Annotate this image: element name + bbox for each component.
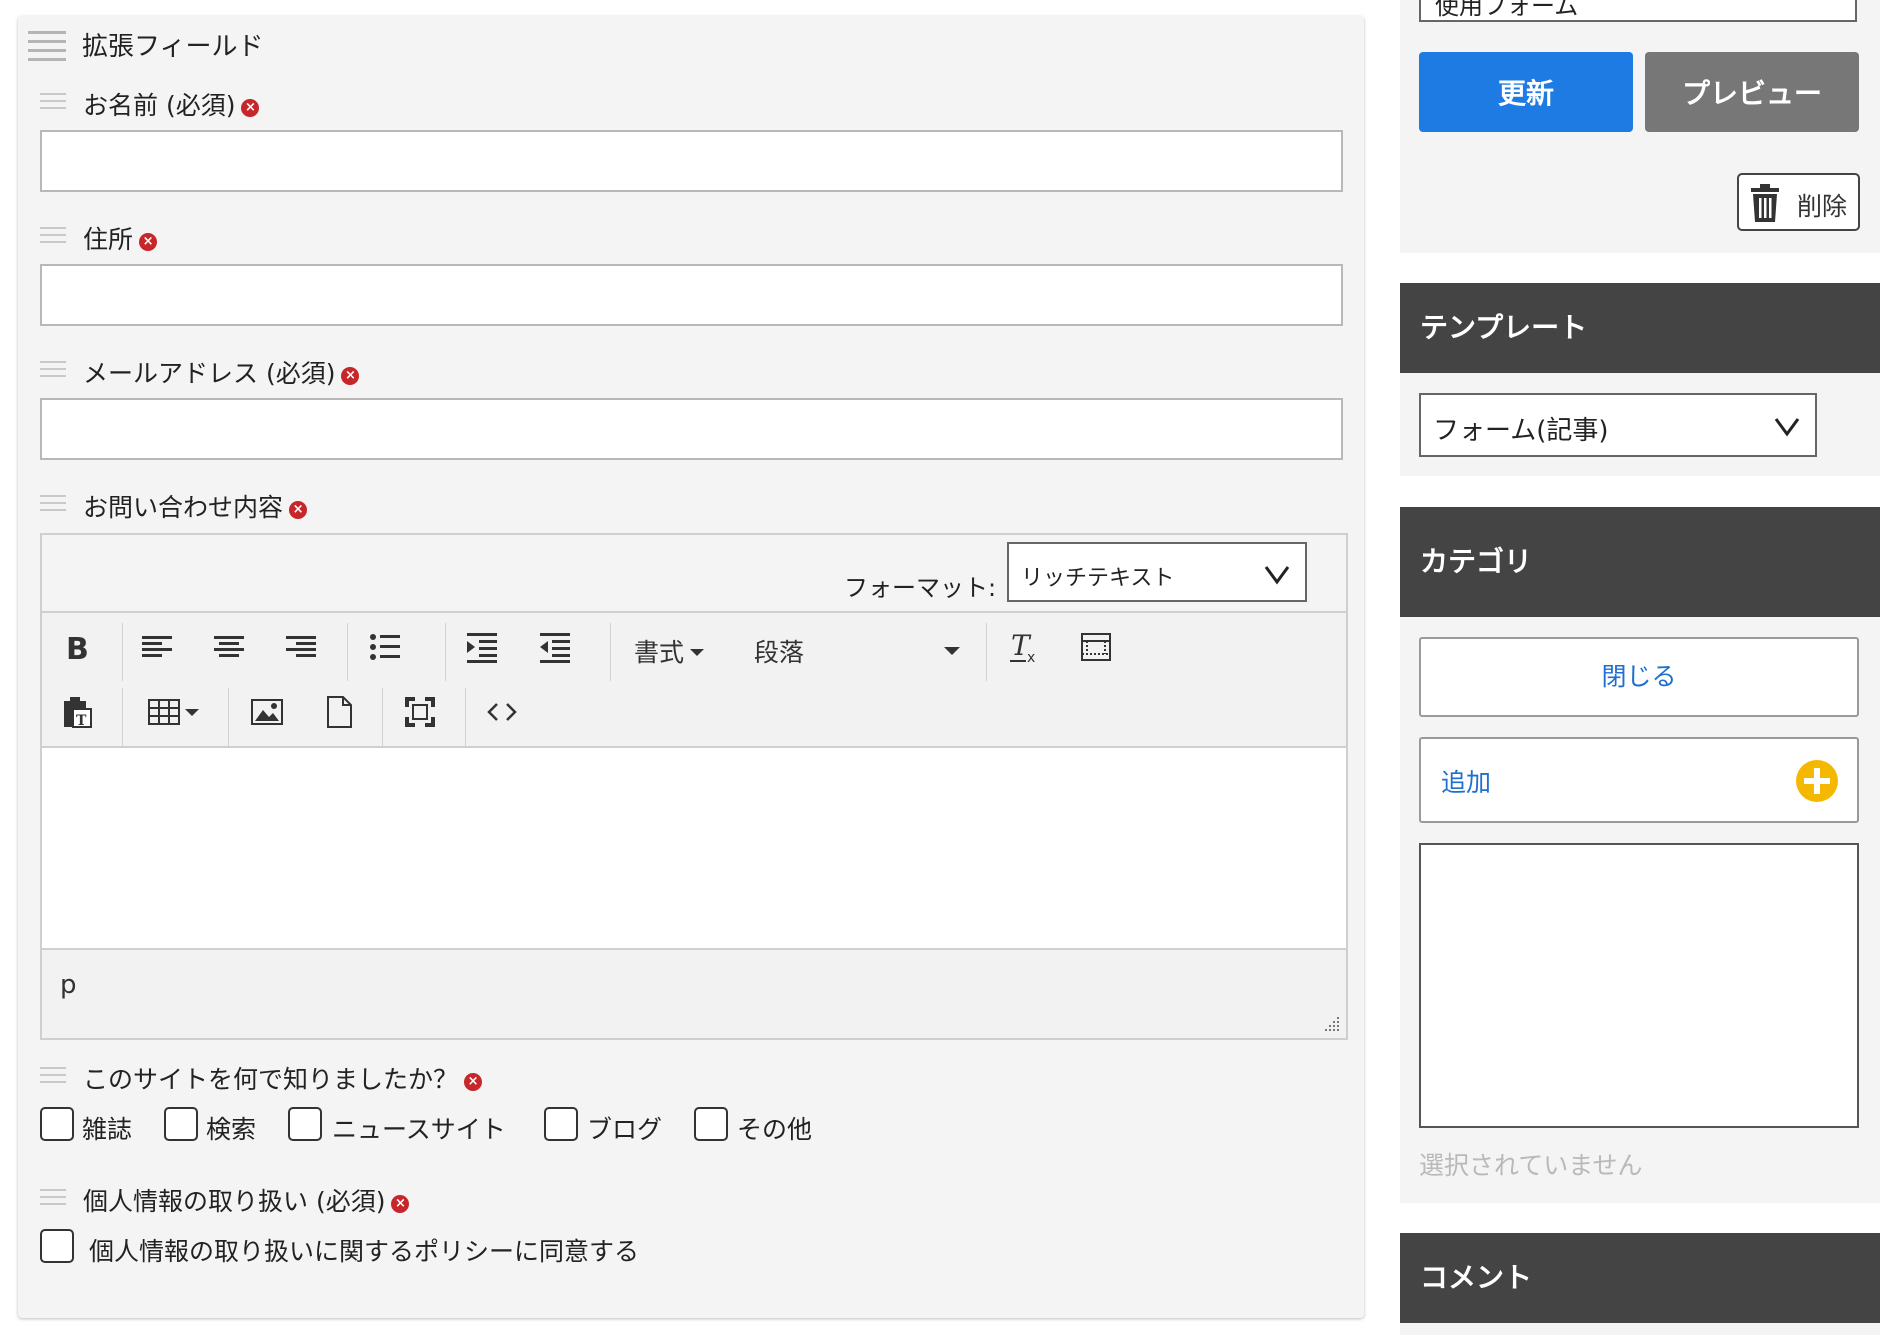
email-field-label: メールアドレス (必須) × <box>83 354 360 390</box>
email-input[interactable] <box>40 398 1343 460</box>
clear-format-icon[interactable]: Tx <box>1004 627 1044 667</box>
rich-text-editor: フォーマット: リッチテキスト B 書式 段落 T x T p <box>40 533 1348 1040</box>
table-grid-icon[interactable] <box>1076 627 1116 667</box>
update-button[interactable]: 更新 <box>1419 52 1633 132</box>
chevron-down-icon <box>1264 566 1290 585</box>
extended-fields-panel: 拡張フィールド お名前 (必須) × 住所 × メールアドレス (必須) × お問い合… <box>18 16 1364 1318</box>
bold-icon[interactable]: B <box>57 627 97 667</box>
panel-title: 拡張フィールド <box>82 32 264 62</box>
no-category-selected-text: 選択されていません <box>1419 1151 1643 1180</box>
privacy-option-label: 個人情報の取り扱いに関するポリシーに同意する <box>89 1237 640 1266</box>
option-label: 雑誌 <box>82 1115 133 1144</box>
remove-icon[interactable]: × <box>391 1195 410 1213</box>
editor-toolbar: B 書式 段落 T x T <box>42 611 1346 748</box>
close-categories-button[interactable]: 閉じる <box>1419 637 1859 717</box>
style-menu[interactable]: 書式 <box>634 633 705 669</box>
svg-text:x: x <box>1027 650 1035 664</box>
remove-icon[interactable]: × <box>341 367 360 385</box>
name-field-label: お名前 (必須) × <box>83 86 260 122</box>
format-select[interactable]: リッチテキスト <box>1007 542 1307 602</box>
svg-text:B: B <box>66 632 89 664</box>
block-format-menu[interactable]: 段落 <box>754 633 804 669</box>
insert-table-icon[interactable] <box>143 692 203 732</box>
remove-icon[interactable]: × <box>464 1073 483 1091</box>
checkbox-news-site[interactable] <box>288 1107 322 1141</box>
comment-box <box>1400 1323 1880 1335</box>
option-label: ニュースサイト <box>332 1115 506 1144</box>
template-select[interactable]: フォーム(記事) <box>1419 393 1817 457</box>
status-select[interactable]: 使用フォーム <box>1419 0 1857 22</box>
align-center-icon[interactable] <box>209 627 249 667</box>
remove-icon[interactable]: × <box>139 233 158 251</box>
privacy-field-label: 個人情報の取り扱い (必須) × <box>83 1182 410 1218</box>
paste-text-icon[interactable]: T <box>57 692 97 732</box>
editor-content-area[interactable] <box>42 748 1346 948</box>
source-field-label: このサイトを何で知りましたか？ × <box>83 1060 483 1096</box>
checkbox-blog[interactable] <box>544 1107 578 1141</box>
checkbox-other[interactable] <box>694 1107 728 1141</box>
trash-icon <box>1751 184 1779 222</box>
checkbox-search[interactable] <box>164 1107 198 1141</box>
option-label: 検索 <box>206 1115 257 1144</box>
checkbox-magazine[interactable] <box>40 1107 74 1141</box>
resize-grip-icon[interactable] <box>1324 1016 1340 1032</box>
panel-drag-handle-icon[interactable] <box>28 31 66 67</box>
comment-heading: コメント <box>1400 1233 1880 1323</box>
block-format-caret-icon[interactable] <box>944 647 960 655</box>
document-icon[interactable] <box>319 692 359 732</box>
align-right-icon[interactable] <box>281 627 321 667</box>
field-drag-handle-icon[interactable] <box>40 1067 66 1088</box>
chevron-down-icon <box>1774 418 1800 437</box>
checkbox-privacy-agree[interactable] <box>40 1229 74 1263</box>
remove-icon[interactable]: × <box>241 99 260 117</box>
svg-text:T: T <box>76 713 87 729</box>
option-label: その他 <box>737 1115 813 1144</box>
bullet-list-icon[interactable] <box>365 627 405 667</box>
remove-icon[interactable]: × <box>289 501 308 519</box>
element-path[interactable]: p <box>60 970 77 1000</box>
source-code-icon[interactable] <box>482 692 522 732</box>
category-heading: カテゴリ <box>1400 507 1880 617</box>
address-field-label: 住所 × <box>83 220 158 256</box>
image-icon[interactable] <box>247 692 287 732</box>
name-input[interactable] <box>40 130 1343 192</box>
editor-status-bar: p <box>42 948 1346 1038</box>
category-list[interactable] <box>1419 843 1859 1128</box>
format-label: フォーマット: <box>844 574 997 602</box>
field-drag-handle-icon[interactable] <box>40 361 66 382</box>
delete-button[interactable]: 削除 <box>1737 173 1860 231</box>
field-drag-handle-icon[interactable] <box>40 93 66 114</box>
address-input[interactable] <box>40 264 1343 326</box>
outdent-icon[interactable] <box>535 627 575 667</box>
field-drag-handle-icon[interactable] <box>40 1189 66 1210</box>
option-label: ブログ <box>587 1115 663 1144</box>
indent-icon[interactable] <box>462 627 502 667</box>
template-heading: テンプレート <box>1400 283 1880 373</box>
field-drag-handle-icon[interactable] <box>40 227 66 248</box>
preview-button[interactable]: プレビュー <box>1645 52 1859 132</box>
add-category-button[interactable]: 追加 <box>1419 737 1859 823</box>
align-left-icon[interactable] <box>137 627 177 667</box>
inquiry-field-label: お問い合わせ内容 × <box>83 488 308 524</box>
field-drag-handle-icon[interactable] <box>40 495 66 516</box>
fullscreen-icon[interactable] <box>400 692 440 732</box>
plus-circle-icon <box>1796 760 1838 802</box>
